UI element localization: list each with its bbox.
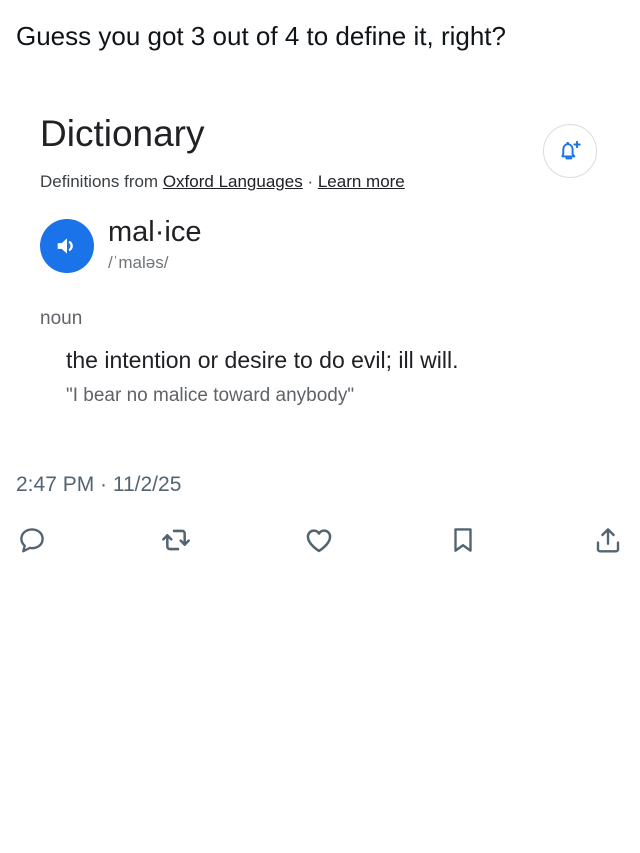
- source-separator: ·: [302, 172, 318, 191]
- headword: mal·ice: [108, 216, 202, 248]
- heart-icon: [306, 529, 332, 553]
- phonetic-spelling: /ˈmaləs/: [108, 253, 169, 272]
- example-sentence: "I bear no malice toward anybody": [66, 385, 355, 406]
- like-button[interactable]: [299, 520, 339, 560]
- dictionary-card: Dictionary Definitions from Oxford Langu…: [0, 96, 640, 446]
- alert-button[interactable]: [543, 124, 597, 178]
- bookmark-button[interactable]: [443, 520, 483, 560]
- learn-more-link[interactable]: Learn more: [318, 172, 405, 191]
- oxford-languages-link[interactable]: Oxford Languages: [163, 172, 303, 191]
- source-prefix: Definitions from: [40, 172, 163, 191]
- dictionary-title: Dictionary: [40, 113, 205, 154]
- speaker-icon: [57, 238, 73, 254]
- retweet-icon: [162, 529, 190, 551]
- definition-source: Definitions from Oxford Languages · Lear…: [40, 170, 405, 194]
- definition-text: the intention or desire to do evil; ill …: [66, 347, 459, 373]
- tweet-timestamp[interactable]: 2:47 PM · 11/2/25: [16, 470, 181, 500]
- pronunciation-button[interactable]: [40, 219, 94, 273]
- bookmark-icon: [454, 528, 472, 552]
- reply-button[interactable]: [12, 520, 52, 560]
- reply-icon: [20, 528, 44, 553]
- share-button[interactable]: [588, 520, 628, 560]
- bell-plus-icon: [561, 140, 581, 160]
- tweet-text: Guess you got 3 out of 4 to define it, r…: [16, 21, 506, 51]
- tweet-action-bar: [0, 520, 640, 560]
- part-of-speech: noun: [40, 308, 83, 329]
- share-icon: [596, 528, 620, 553]
- retweet-button[interactable]: [156, 520, 196, 560]
